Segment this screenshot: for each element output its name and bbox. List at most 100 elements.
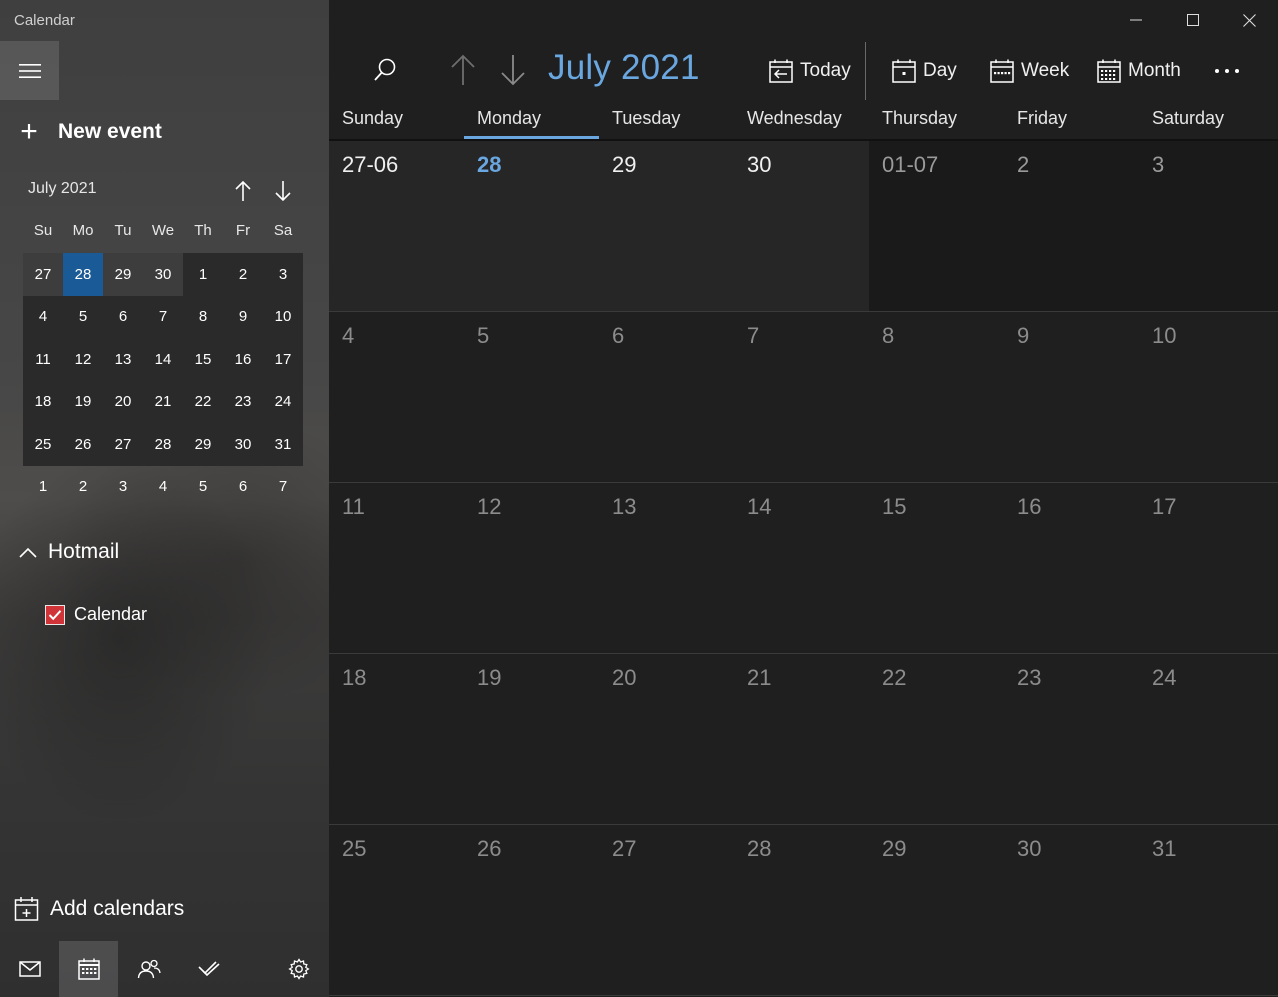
previous-month-button[interactable] bbox=[445, 50, 481, 90]
close-button[interactable] bbox=[1221, 0, 1278, 40]
mini-calendar-day[interactable]: 29 bbox=[183, 423, 223, 466]
day-view-button[interactable]: Day bbox=[892, 54, 957, 88]
day-cell[interactable]: 6 bbox=[599, 312, 734, 482]
mini-calendar-day[interactable]: 21 bbox=[143, 380, 183, 423]
day-cell[interactable]: 2 bbox=[1004, 141, 1139, 311]
day-cell[interactable]: 13 bbox=[599, 483, 734, 653]
mini-calendar-day[interactable]: 6 bbox=[103, 295, 143, 338]
calendar-nav-button[interactable] bbox=[59, 941, 118, 997]
day-cell[interactable]: 30 bbox=[734, 141, 869, 311]
mini-calendar-day[interactable]: 30 bbox=[143, 253, 183, 296]
day-cell[interactable]: 9 bbox=[1004, 312, 1139, 482]
day-cell[interactable]: 27 bbox=[599, 825, 734, 995]
day-cell[interactable]: 14 bbox=[734, 483, 869, 653]
day-cell[interactable]: 8 bbox=[869, 312, 1004, 482]
mini-calendar-day-today[interactable]: 28 bbox=[63, 253, 103, 296]
mini-calendar-day[interactable]: 14 bbox=[143, 338, 183, 381]
day-cell[interactable]: 12 bbox=[464, 483, 599, 653]
mini-calendar-day[interactable]: 17 bbox=[263, 338, 303, 381]
mini-calendar-day[interactable]: 7 bbox=[263, 466, 303, 509]
day-cell[interactable]: 19 bbox=[464, 654, 599, 824]
month-view-button[interactable]: Month bbox=[1097, 54, 1181, 88]
account-hotmail-toggle[interactable]: Hotmail bbox=[18, 540, 119, 564]
day-cell[interactable]: 20 bbox=[599, 654, 734, 824]
mini-calendar-day[interactable]: 16 bbox=[223, 338, 263, 381]
calendar-checkbox[interactable] bbox=[45, 604, 65, 625]
hamburger-menu-button[interactable] bbox=[0, 41, 59, 100]
mini-calendar-day[interactable]: 1 bbox=[183, 253, 223, 296]
day-cell[interactable]: 31 bbox=[1139, 825, 1278, 995]
day-cell[interactable]: 28 bbox=[734, 825, 869, 995]
day-cell[interactable]: 01-07 bbox=[869, 141, 1004, 311]
mini-calendar-day[interactable]: 10 bbox=[263, 295, 303, 338]
mini-calendar-day[interactable]: 4 bbox=[143, 466, 183, 509]
day-cell[interactable]: 11 bbox=[329, 483, 464, 653]
current-month-title[interactable]: July 2021 bbox=[548, 48, 700, 88]
mini-calendar-title[interactable]: July 2021 bbox=[28, 180, 97, 198]
day-cell[interactable]: 29 bbox=[869, 825, 1004, 995]
day-cell[interactable]: 26 bbox=[464, 825, 599, 995]
next-month-button[interactable] bbox=[495, 50, 531, 90]
day-cell[interactable]: 27-06 bbox=[329, 141, 464, 311]
day-cell[interactable]: 24 bbox=[1139, 654, 1278, 824]
add-calendars-button[interactable]: Add calendars bbox=[14, 896, 184, 922]
mini-calendar-day[interactable]: 2 bbox=[63, 466, 103, 509]
mini-calendar-day[interactable]: 20 bbox=[103, 380, 143, 423]
day-cell[interactable]: 4 bbox=[329, 312, 464, 482]
mini-calendar-day[interactable]: 24 bbox=[263, 380, 303, 423]
mini-calendar-day[interactable]: 3 bbox=[263, 253, 303, 296]
day-cell[interactable]: 29 bbox=[599, 141, 734, 311]
mini-calendar-day[interactable]: 18 bbox=[23, 380, 63, 423]
day-cell[interactable]: 30 bbox=[1004, 825, 1139, 995]
mini-calendar-day[interactable]: 2 bbox=[223, 253, 263, 296]
mini-calendar-day[interactable]: 29 bbox=[103, 253, 143, 296]
maximize-button[interactable] bbox=[1164, 0, 1221, 40]
mini-calendar-day[interactable]: 11 bbox=[23, 338, 63, 381]
today-button[interactable]: Today bbox=[769, 54, 851, 88]
day-cell[interactable]: 16 bbox=[1004, 483, 1139, 653]
day-cell[interactable]: 23 bbox=[1004, 654, 1139, 824]
mini-calendar-prev-button[interactable] bbox=[228, 176, 258, 206]
day-cell[interactable]: 22 bbox=[869, 654, 1004, 824]
mini-calendar-day[interactable]: 5 bbox=[63, 295, 103, 338]
mini-calendar-day[interactable]: 28 bbox=[143, 423, 183, 466]
people-button[interactable] bbox=[119, 941, 178, 997]
search-button[interactable] bbox=[365, 52, 405, 88]
day-cell[interactable]: 21 bbox=[734, 654, 869, 824]
mini-calendar-day[interactable]: 8 bbox=[183, 295, 223, 338]
settings-button[interactable] bbox=[269, 941, 328, 997]
day-cell[interactable]: 5 bbox=[464, 312, 599, 482]
week-view-button[interactable]: Week bbox=[990, 54, 1069, 88]
mini-calendar-day[interactable]: 27 bbox=[23, 253, 63, 296]
mini-calendar-day[interactable]: 25 bbox=[23, 423, 63, 466]
day-cell[interactable]: 15 bbox=[869, 483, 1004, 653]
mini-calendar-day[interactable]: 13 bbox=[103, 338, 143, 381]
mini-calendar-day[interactable]: 9 bbox=[223, 295, 263, 338]
mini-calendar-day[interactable]: 6 bbox=[223, 466, 263, 509]
mini-calendar-day[interactable]: 26 bbox=[63, 423, 103, 466]
mini-calendar-day[interactable]: 22 bbox=[183, 380, 223, 423]
day-cell[interactable]: 17 bbox=[1139, 483, 1278, 653]
day-cell[interactable]: 25 bbox=[329, 825, 464, 995]
day-cell[interactable]: 18 bbox=[329, 654, 464, 824]
mini-calendar-day[interactable]: 1 bbox=[23, 466, 63, 509]
day-cell-today[interactable]: 28 bbox=[464, 141, 599, 311]
more-options-button[interactable] bbox=[1212, 56, 1242, 86]
new-event-button[interactable]: + New event bbox=[16, 114, 162, 150]
mini-calendar-day[interactable]: 30 bbox=[223, 423, 263, 466]
day-cell[interactable]: 10 bbox=[1139, 312, 1278, 482]
mini-calendar-day[interactable]: 27 bbox=[103, 423, 143, 466]
calendar-list-item[interactable]: Calendar bbox=[45, 604, 147, 625]
mini-calendar-day[interactable]: 7 bbox=[143, 295, 183, 338]
mini-calendar-day[interactable]: 5 bbox=[183, 466, 223, 509]
mini-calendar-day[interactable]: 4 bbox=[23, 295, 63, 338]
todo-button[interactable] bbox=[179, 941, 238, 997]
day-cell[interactable]: 3 bbox=[1139, 141, 1278, 311]
mini-calendar-day[interactable]: 15 bbox=[183, 338, 223, 381]
minimize-button[interactable] bbox=[1107, 0, 1164, 40]
mini-calendar-day[interactable]: 3 bbox=[103, 466, 143, 509]
mini-calendar-day[interactable]: 12 bbox=[63, 338, 103, 381]
mini-calendar-next-button[interactable] bbox=[268, 176, 298, 206]
mini-calendar-day[interactable]: 23 bbox=[223, 380, 263, 423]
mail-button[interactable] bbox=[0, 941, 59, 997]
